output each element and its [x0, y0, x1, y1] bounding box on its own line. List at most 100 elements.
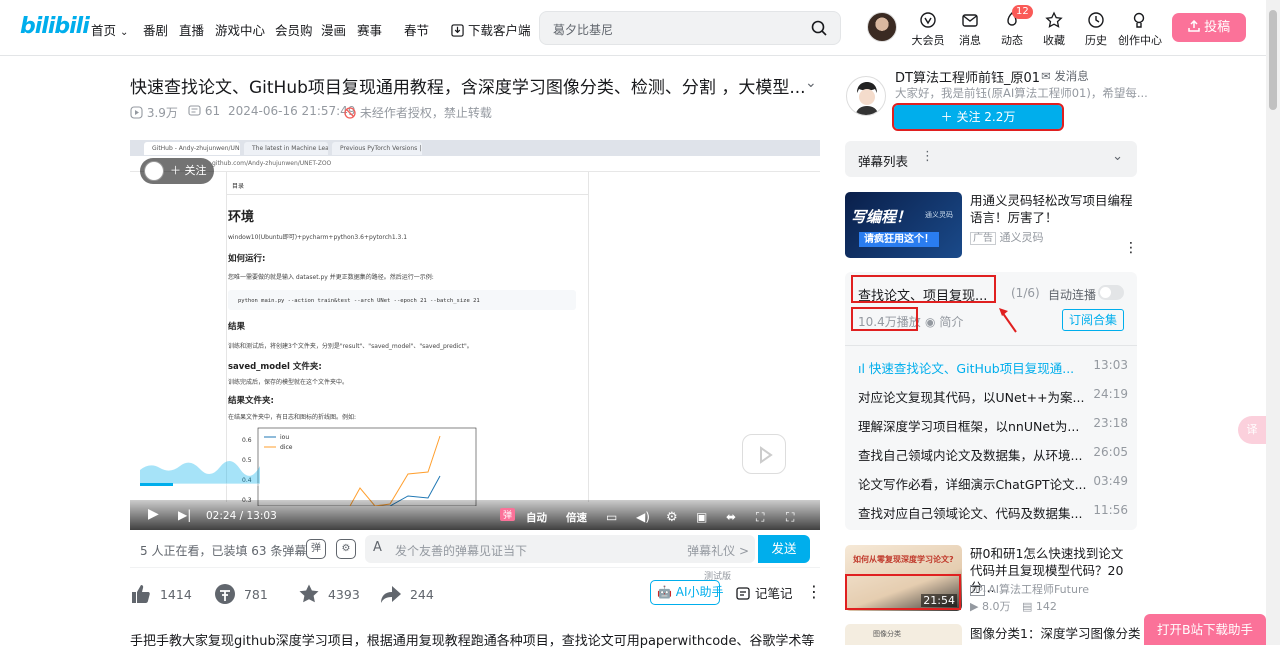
danmaku-etiquette-link[interactable]: 弹幕礼仪 >	[687, 542, 749, 559]
header-vip[interactable]: 大会员	[908, 11, 948, 48]
volume-icon[interactable]: ◀)	[636, 510, 650, 524]
annotation-box	[851, 307, 918, 331]
autoplay-toggle[interactable]	[1098, 285, 1124, 300]
video-player[interactable]: GitHub - Andy-zhujunwen/UNET-ZOO The lat…	[130, 140, 820, 530]
uploader-name[interactable]: DT算法工程师前钰_原01	[895, 67, 1040, 86]
message-icon	[962, 14, 978, 27]
player-follow-bubble[interactable]: ＋ 关注	[140, 158, 214, 184]
playlist-position: (1/6)	[1011, 286, 1040, 300]
web-fullscreen-icon[interactable]: ⛶	[756, 510, 764, 525]
doc-env-text: window10(Ubuntu即可)+pycharm+python3.6+pyt…	[228, 234, 408, 241]
widescreen-icon[interactable]: ⬌	[726, 510, 736, 524]
danmaku-icon	[188, 105, 201, 116]
share-button[interactable]: 244	[380, 583, 434, 605]
video-description: 手把手教大家复现github深度学习项目，根据通用复现教程跑通各种项目，查找论文…	[130, 634, 815, 649]
playlist-item[interactable]: 论文写作必看，详细演示ChatGPT论文... 03:49	[858, 474, 1128, 493]
legend-iou: iou	[280, 434, 289, 441]
send-danmaku-button[interactable]: 发送	[758, 535, 810, 563]
recommend-thumbnail[interactable]: 图像分类	[845, 624, 962, 645]
nav-game-center[interactable]: 游戏中心	[215, 20, 265, 39]
danmaku-settings-icon[interactable]: ⚙	[336, 539, 356, 559]
speed-button[interactable]: 倍速	[566, 510, 587, 525]
favorite-star-icon	[299, 584, 319, 603]
search-input[interactable]: 葛夕比基尼	[553, 21, 613, 38]
send-message-link[interactable]: ✉ 发消息	[1041, 68, 1089, 84]
nav-esports[interactable]: 赛事	[357, 20, 382, 39]
playlist-item[interactable]: 查找自己领域内论文及数据集，从环境... 26:05	[858, 445, 1128, 464]
doc-code-block: python main.py --action train&test --arc…	[228, 290, 576, 310]
video-browser-tabs: GitHub - Andy-zhujunwen/UNET-ZOO The lat…	[130, 140, 820, 156]
danmaku-input[interactable]: A 发个友善的弹幕见证当下 弹幕礼仪 >	[365, 535, 755, 563]
download-helper-button[interactable]: 打开B站下载助手	[1144, 614, 1266, 645]
follow-uploader-button[interactable]: ＋ 关注 2.2万	[892, 103, 1064, 131]
uploader-mini-avatar	[144, 161, 164, 181]
nav-anime[interactable]: 番剧	[143, 20, 168, 39]
nav-live[interactable]: 直播	[179, 20, 204, 39]
doc-results-text: 训练和测试后，将创建3个文件夹，分别是"result"、"saved_model…	[228, 343, 473, 350]
danmaku-list-panel[interactable]: 弹幕列表 ⋮ ⌄	[845, 141, 1137, 177]
notes-button[interactable]: 记笔记	[736, 583, 793, 602]
search-box[interactable]: 葛夕比基尼	[539, 11, 841, 45]
fullscreen-icon[interactable]: ⛶	[786, 510, 794, 525]
translate-icon[interactable]: 译	[1238, 416, 1266, 444]
header-creator-center[interactable]: 创作中心	[1118, 11, 1162, 48]
font-style-icon[interactable]: A	[373, 540, 382, 555]
next-icon[interactable]: ▶|	[178, 508, 191, 522]
up-tag-icon: UP	[970, 585, 985, 596]
nav-download-client[interactable]: 下载客户端	[451, 20, 531, 39]
page-scrollbar[interactable]	[1266, 0, 1280, 645]
danmaku-list-more-icon[interactable]: ⋮	[921, 149, 934, 164]
like-button[interactable]: 1414	[130, 583, 192, 605]
nav-manga[interactable]: 漫画	[321, 20, 346, 39]
publish-date: 2024-06-16 21:57:49	[228, 104, 356, 118]
chevron-down-icon: ⌄	[120, 27, 129, 38]
danmaku-toggle-icon[interactable]: 弹	[500, 508, 516, 521]
doc-run-text: 您唯一需要做的就是输入 dataset.py 并更正数据集的路径。然后运行一示例…	[228, 274, 434, 281]
coin-button[interactable]: 781	[214, 583, 268, 605]
playlist-item[interactable]: ıl 快速查找论文、GitHub项目复现通... 13:03	[858, 358, 1128, 377]
favorite-button[interactable]: 4393	[298, 583, 360, 605]
bilibili-logo[interactable]: bilibili	[20, 14, 90, 39]
search-icon[interactable]	[810, 19, 828, 41]
vip-icon	[920, 12, 936, 28]
ad-more-icon[interactable]: ⋮	[1124, 240, 1138, 256]
ai-assistant-button[interactable]: 🤖 AI小助手	[650, 580, 724, 605]
quality-button[interactable]: 自动	[526, 510, 547, 525]
playlist-item[interactable]: 查找对应自己领域论文、代码及数据集... 11:56	[858, 503, 1128, 522]
user-avatar[interactable]	[867, 12, 897, 42]
title-expand-chevron-icon[interactable]: ⌄	[805, 75, 817, 91]
time-display: 02:24 / 13:03	[206, 510, 277, 522]
progress-bar[interactable]	[140, 483, 320, 486]
bilibili-tv-watermark-icon	[742, 434, 786, 474]
subscribe-collection-button[interactable]: 订阅合集	[1062, 309, 1124, 331]
playlist-intro-link[interactable]: ◉ 简介	[925, 313, 963, 330]
annotation-box	[851, 275, 996, 303]
more-options-icon[interactable]: ⋮	[806, 582, 822, 601]
playlist-item[interactable]: 对应论文复现其代码，以UNet++为案... 24:19	[858, 387, 1128, 406]
header-favorites[interactable]: 收藏	[1034, 11, 1074, 48]
recommend-title[interactable]: 图像分类1：深度学习图像分类	[970, 625, 1140, 642]
chevron-down-icon[interactable]: ⌄	[1112, 149, 1123, 164]
subtitle-icon[interactable]: ▭	[606, 510, 617, 524]
header-message[interactable]: 消息	[950, 11, 990, 48]
ad-thumbnail[interactable]: 写编程！ 通义灵码 请疯狂用这个！	[845, 192, 962, 258]
top-header: bilibili 首页 ⌄ 番剧 直播 游戏中心 会员购 漫画 赛事 春节 下载…	[0, 0, 1266, 56]
uploader-avatar[interactable]	[846, 76, 886, 116]
video-title: 快速查找论文、GitHub项目复现通用教程，含深度学习图像分类、检测、分割 ，大…	[130, 78, 806, 98]
playlist-item[interactable]: 理解深度学习项目框架，以nnUNet为... 23:18	[858, 416, 1128, 435]
doc-heading-results-folder: 结果文件夹:	[228, 396, 274, 406]
creator-icon	[1133, 12, 1145, 28]
play-icon[interactable]: ▶	[148, 506, 159, 522]
ad-title[interactable]: 用通义灵码轻松改写项目编程语言！厉害了！	[970, 192, 1135, 226]
player-controls: ▶ ▶| 02:24 / 13:03 弹 自动 倍速 ▭ ◀) ⚙ ▣ ⬌ ⛶ …	[130, 500, 820, 530]
pip-icon[interactable]: ▣	[696, 510, 707, 524]
scrollbar-thumb[interactable]	[1269, 10, 1277, 110]
settings-gear-icon[interactable]: ⚙	[666, 510, 678, 525]
nav-mall[interactable]: 会员购	[275, 20, 313, 39]
nav-spring-festival[interactable]: 春节	[404, 20, 429, 39]
recommend-uploader[interactable]: UP AI算法工程师Future	[970, 581, 1089, 597]
upload-button[interactable]: 投稿	[1172, 13, 1246, 42]
header-history[interactable]: 历史	[1076, 11, 1116, 48]
danmaku-switch-icon[interactable]: 弹	[306, 539, 326, 559]
nav-home[interactable]: 首页 ⌄	[91, 20, 128, 39]
